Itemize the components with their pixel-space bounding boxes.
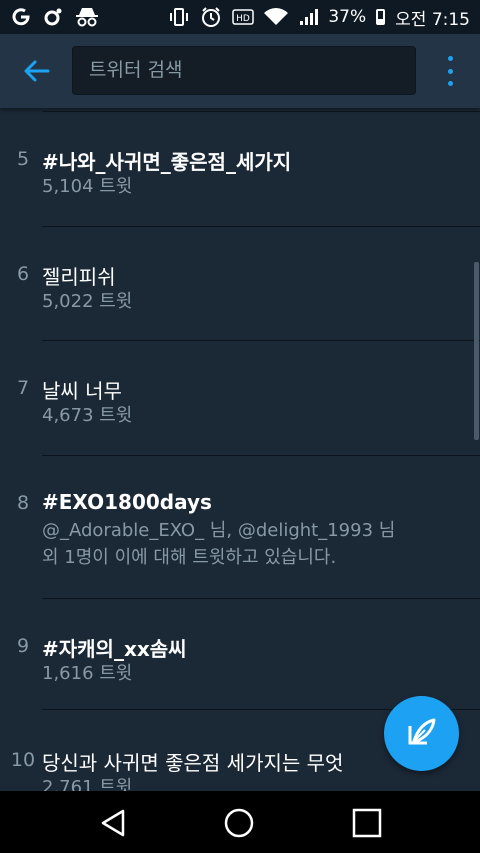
status-left-icons <box>10 6 100 28</box>
alarm-icon <box>202 7 221 27</box>
vibrate-icon <box>170 8 189 26</box>
more-options-button[interactable] <box>440 56 460 86</box>
compose-tweet-button[interactable] <box>384 696 459 771</box>
trend-context-line1: @_Adorable_EXO_ 님, @delight_1993 님 <box>42 520 396 541</box>
circle-home-icon <box>224 808 254 838</box>
trend-count: 5,022 트윗 <box>42 291 133 312</box>
hd-icon: HD <box>232 9 255 25</box>
more-dot-icon <box>447 56 453 61</box>
signal-icon <box>300 9 319 25</box>
trend-count: 4,673 트윗 <box>42 405 133 426</box>
back-button[interactable] <box>20 54 54 88</box>
arrow-left-icon <box>24 60 50 82</box>
trend-item-9[interactable]: 9 #자캐의_xx솜씨 1,616 트윗 <box>0 598 480 709</box>
trend-item-5[interactable]: 5 #나와_사귀면_좋은점_세가지 5,104 트윗 <box>0 108 480 226</box>
trend-context-line2: 외 1명이 이에 대해 트윗하고 있습니다. <box>42 547 337 568</box>
status-time: 오전 7:15 <box>395 9 470 30</box>
battery-icon <box>376 9 386 25</box>
trend-rank: 8 <box>16 492 30 514</box>
trend-rank: 7 <box>16 377 30 399</box>
trends-list: 5 #나와_사귀면_좋은점_세가지 5,104 트윗 6 젤리피쉬 5,022 … <box>0 108 480 791</box>
svg-text:HD: HD <box>236 14 250 24</box>
trend-rank: 5 <box>16 148 30 170</box>
trend-item-6[interactable]: 6 젤리피쉬 5,022 트윗 <box>0 226 480 340</box>
triangle-back-icon <box>101 809 125 837</box>
compose-quill-icon <box>408 718 436 745</box>
app-circle-icon <box>44 8 62 26</box>
trend-rank: 10 <box>10 749 36 771</box>
trend-title: #EXO1800days <box>42 490 212 514</box>
trend-count: 2,761 트윗 <box>42 777 133 791</box>
status-right-icons: HD 37% 오전 7:15 <box>168 5 470 30</box>
battery-percent: 37% <box>328 7 367 27</box>
app-g-icon <box>12 8 30 26</box>
status-bar: HD 37% 오전 7:15 <box>0 0 480 34</box>
trend-rank: 9 <box>16 635 30 657</box>
system-nav-bar <box>0 791 480 853</box>
nav-recents-button[interactable] <box>351 807 383 839</box>
trend-title: #자캐의_xx솜씨 <box>42 637 187 661</box>
more-dot-icon <box>447 68 453 74</box>
incognito-icon <box>76 8 98 27</box>
more-dot-icon <box>447 81 453 86</box>
trend-count: 5,104 트윗 <box>42 176 133 197</box>
trend-count: 1,616 트윗 <box>42 663 133 684</box>
trend-item-7[interactable]: 7 날씨 너무 4,673 트윗 <box>0 340 480 455</box>
toolbar: 트위터 검색 <box>0 34 480 108</box>
trend-title: #나와_사귀면_좋은점_세가지 <box>42 150 292 174</box>
trend-title: 날씨 너무 <box>42 379 122 403</box>
square-recents-icon <box>352 808 382 838</box>
search-input[interactable]: 트위터 검색 <box>72 46 416 95</box>
trend-title: 젤리피쉬 <box>42 265 116 289</box>
nav-home-button[interactable] <box>223 807 255 839</box>
nav-back-button[interactable] <box>97 807 129 839</box>
trend-rank: 6 <box>16 263 30 285</box>
trend-title: 당신과 사귀면 좋은점 세가지는 무엇 <box>42 751 344 775</box>
trend-item-8[interactable]: 8 #EXO1800days @_Adorable_EXO_ 님, @delig… <box>0 455 480 598</box>
scrollbar[interactable] <box>474 262 479 440</box>
wifi-icon <box>264 8 289 25</box>
